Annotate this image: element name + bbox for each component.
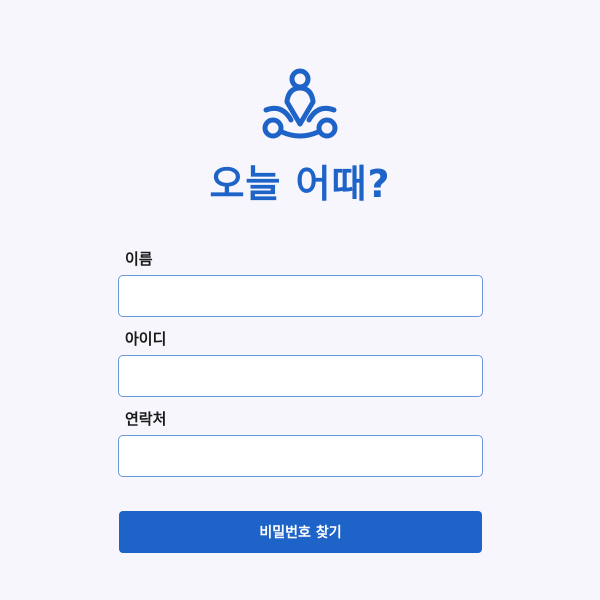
find-password-page: 오늘 어때? 이름 아이디 연락처 비밀번호 찾기	[0, 0, 600, 600]
name-input[interactable]	[118, 275, 483, 317]
user-id-label: 아이디	[125, 330, 167, 348]
three-people-in-circle-icon	[262, 68, 338, 139]
find-password-button[interactable]: 비밀번호 찾기	[119, 511, 482, 553]
phone-input[interactable]	[118, 435, 483, 477]
user-id-input[interactable]	[118, 355, 483, 397]
phone-label: 연락처	[125, 410, 167, 428]
name-label: 이름	[125, 250, 153, 268]
brand-title: 오늘 어때?	[209, 162, 391, 206]
